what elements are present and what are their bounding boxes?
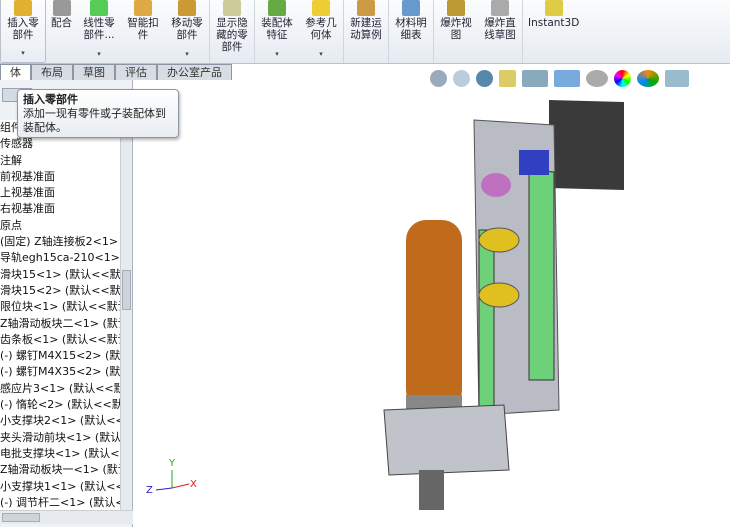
hscroll-thumb[interactable]	[2, 513, 40, 522]
chevron-down-icon[interactable]: ▾	[185, 48, 189, 60]
tree-item[interactable]: (-) 螺钉M4X35<2> (默认	[0, 364, 120, 380]
smart-fastener-icon	[134, 0, 152, 16]
tool-tip	[419, 470, 444, 510]
toolbar-button-6[interactable]: 装配体特征 ▾	[255, 0, 299, 63]
triad-y: Y	[168, 458, 176, 469]
tree-horizontal-scrollbar[interactable]	[0, 510, 133, 524]
graphics-viewport[interactable]: Y X Z	[134, 80, 730, 527]
blue-sensor	[519, 150, 549, 175]
tree-item[interactable]: 小支撑块1<1> (默认<<默	[0, 479, 120, 495]
toolbar-label: 装配体特征	[261, 17, 293, 41]
triad-z: Z	[146, 485, 153, 496]
tree-item[interactable]: 小支撑块2<1> (默认<<默	[0, 413, 120, 429]
pink-idler	[481, 173, 511, 197]
explode-view-icon	[447, 0, 465, 16]
tab-0[interactable]: 体	[0, 64, 31, 80]
tree-item[interactable]: (-) 调节杆二<1> (默认<<	[0, 495, 120, 510]
toolbar-button-10[interactable]: 爆炸视图	[434, 0, 478, 63]
chevron-down-icon[interactable]: ▾	[97, 48, 101, 60]
motor	[549, 100, 624, 190]
tree-item[interactable]: 上视基准面	[0, 185, 120, 201]
toolbar-button-0[interactable]: 插入零部件 ▾	[0, 0, 46, 63]
tree-item[interactable]: (-) 螺钉M4X15<2> (默认	[0, 348, 120, 364]
green-rail-2	[478, 229, 495, 421]
tab-2[interactable]: 草图	[73, 64, 115, 80]
command-tabs: 体布局 草图 评估 办公室产品	[0, 64, 232, 80]
toolbar-label: 参考几何体	[305, 17, 337, 41]
tree-item[interactable]: (-) 惰轮<2> (默认<<默认	[0, 397, 120, 413]
feature-manager-panel: 组件传感器注解前视基准面上视基准面右视基准面原点(固定) Z轴连接板2<1> (…	[0, 80, 133, 527]
toolbar-button-3[interactable]: 智能扣件	[121, 0, 165, 63]
explode-line-icon	[491, 0, 509, 16]
green-rail	[528, 169, 555, 381]
bom-icon	[402, 0, 420, 16]
toolbar-label: 智能扣件	[127, 17, 159, 41]
toolbar-button-2[interactable]: 线性零部件... ▾	[77, 0, 121, 63]
toolbar-label: 配合	[51, 17, 72, 29]
coordinate-triad: Y X Z	[146, 458, 197, 496]
toolbar-button-4[interactable]: 移动零部件 ▾	[165, 0, 210, 63]
toolbar-button-11[interactable]: 爆炸直线草图	[478, 0, 523, 63]
toolbar-label: 显示隐藏的零部件	[216, 17, 248, 53]
toolbar-label: 线性零部件...	[83, 17, 115, 41]
screwdriver-cylinder	[406, 220, 462, 410]
feature-tree: 组件传感器注解前视基准面上视基准面右视基准面原点(固定) Z轴连接板2<1> (…	[0, 120, 120, 510]
assembly-model[interactable]	[383, 100, 624, 510]
command-manager-toolbar: 插入零部件 ▾ 配合 线性零部件... ▾ 智能扣件 移动零部件 ▾ 显示隐藏的零部件 装配体特征…	[0, 0, 730, 64]
tree-item[interactable]: 传感器	[0, 136, 120, 152]
tree-item[interactable]: 右视基准面	[0, 201, 120, 217]
toolbar-label: 爆炸直线草图	[484, 17, 516, 41]
instant3d-icon	[544, 0, 563, 16]
tree-item[interactable]: 注解	[0, 153, 120, 169]
tree-item[interactable]: 原点	[0, 218, 120, 234]
linear-pattern-icon	[90, 0, 108, 16]
toolbar-label: 插入零部件	[7, 17, 39, 41]
toolbar-label: 爆炸视图	[440, 17, 472, 41]
toolbar-button-7[interactable]: 参考几何体 ▾	[299, 0, 344, 63]
toolbar-button-12[interactable]: Instant3D	[523, 0, 584, 63]
chevron-down-icon[interactable]: ▾	[319, 48, 323, 60]
bottom-bracket	[383, 404, 510, 476]
tree-item[interactable]: 前视基准面	[0, 169, 120, 185]
tree-item[interactable]: 限位块<1> (默认<<默认	[0, 299, 120, 315]
assembly-feature-icon	[268, 0, 286, 16]
tree-item[interactable]: 电批支撑块<1> (默认<<	[0, 446, 120, 462]
toolbar-label: 材料明细表	[395, 17, 427, 41]
toolbar-button-5[interactable]: 显示隐藏的零部件	[210, 0, 255, 63]
mate-paperclip-icon	[52, 0, 71, 16]
tree-vertical-scrollbar[interactable]	[120, 120, 132, 510]
tree-item[interactable]: Z轴滑动板块一<1> (默认	[0, 462, 120, 478]
toolbar-label: 新建运动算例	[350, 17, 382, 41]
tree-item[interactable]: 夹头滑动前块<1> (默认<	[0, 430, 120, 446]
toolbar-button-9[interactable]: 材料明细表	[389, 0, 434, 63]
toolbar-label: 移动零部件	[171, 17, 203, 41]
show-hidden-icon	[223, 0, 241, 16]
tree-item[interactable]: (固定) Z轴连接板2<1> (默	[0, 234, 120, 250]
toolbar-label: Instant3D	[528, 17, 580, 29]
yellow-clamp-2	[478, 282, 520, 308]
tree-item[interactable]: 导轨egh15ca-210<1> (	[0, 250, 120, 266]
reference-geometry-icon	[312, 0, 330, 16]
tree-item[interactable]: 滑块15<1> (默认<<默认	[0, 267, 120, 283]
tree-item[interactable]: Z轴滑动板块二<1> (默认	[0, 316, 120, 332]
tree-item[interactable]: 齿条板<1> (默认<<默认	[0, 332, 120, 348]
toolbar-button-1[interactable]: 配合	[46, 0, 77, 63]
tab-4[interactable]: 办公室产品	[157, 64, 232, 80]
chevron-down-icon[interactable]: ▾	[275, 48, 279, 60]
tab-3[interactable]: 评估	[115, 64, 157, 80]
tree-item[interactable]: 感应片3<1> (默认<<默	[0, 381, 120, 397]
chevron-down-icon[interactable]: ▾	[21, 47, 25, 59]
scroll-thumb[interactable]	[122, 270, 131, 310]
move-component-icon	[178, 0, 196, 16]
yellow-clamp-1	[478, 227, 520, 253]
triad-x: X	[190, 479, 197, 490]
tab-1[interactable]: 布局	[31, 64, 73, 80]
toolbar-button-8[interactable]: 新建运动算例	[344, 0, 389, 63]
tree-item[interactable]: 滑块15<2> (默认<<默认	[0, 283, 120, 299]
insert-component-icon	[14, 0, 32, 16]
motion-study-icon	[357, 0, 375, 16]
